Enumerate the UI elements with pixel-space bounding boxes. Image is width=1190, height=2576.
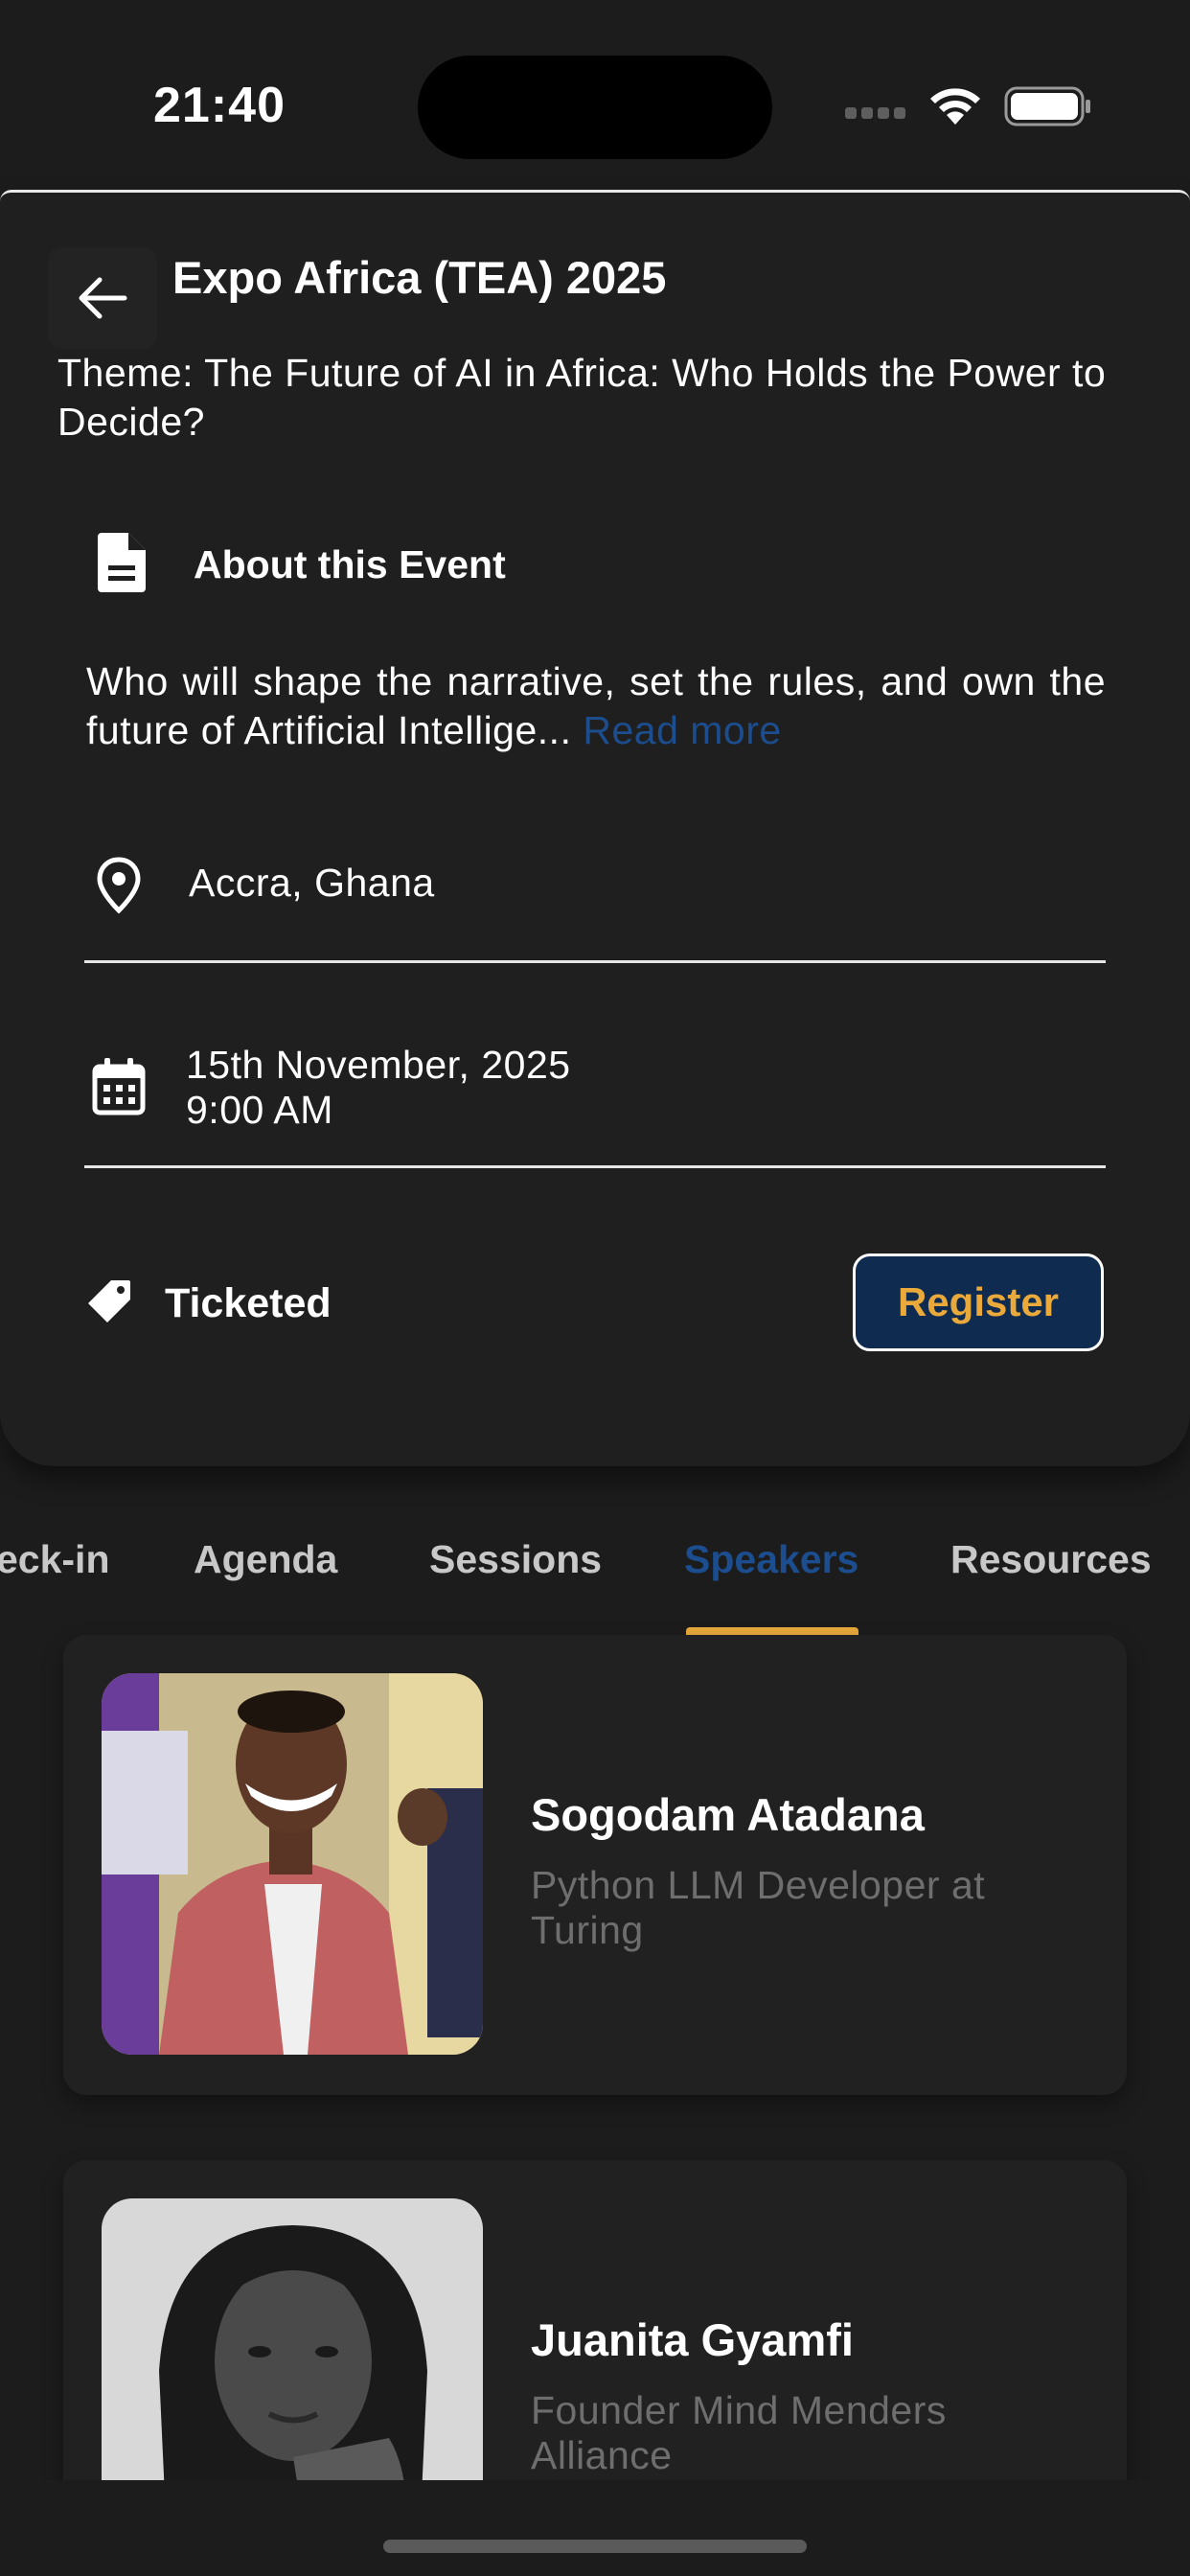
read-more-link[interactable]: Read more: [583, 708, 781, 752]
arrow-left-icon: [79, 277, 127, 319]
status-time: 21:40: [153, 78, 286, 133]
speaker-name: Juanita Gyamfi: [531, 2314, 854, 2365]
back-button[interactable]: [48, 247, 157, 349]
divider: [84, 1165, 1106, 1168]
tab-resources[interactable]: Resources: [950, 1537, 1152, 1582]
tab-agenda[interactable]: Agenda: [194, 1537, 337, 1582]
event-time: 9:00 AM: [186, 1088, 333, 1132]
home-indicator[interactable]: [383, 2540, 807, 2553]
tab-speakers[interactable]: Speakers: [684, 1537, 858, 1582]
calendar-icon: [92, 1058, 146, 1116]
register-button[interactable]: Register: [853, 1254, 1104, 1351]
speaker-name: Sogodam Atadana: [531, 1789, 925, 1840]
about-description: Who will shape the narrative, set the ru…: [86, 657, 1106, 755]
event-date: 15th November, 2025: [186, 1043, 571, 1087]
tab-sessions[interactable]: Sessions: [429, 1537, 602, 1582]
ticket-type: Ticketed: [165, 1280, 332, 1326]
event-datetime: 15th November, 2025 9:00 AM: [186, 1043, 571, 1133]
location-pin-icon: [97, 857, 141, 914]
divider: [84, 960, 1106, 963]
tab-check-in[interactable]: eck-in: [0, 1537, 110, 1582]
dynamic-island: [418, 56, 772, 159]
event-tabs: eck-in Agenda Sessions Speakers Resource…: [0, 1537, 1190, 1633]
event-location: Accra, Ghana: [189, 861, 435, 905]
tag-icon: [88, 1280, 130, 1322]
event-title: Expo Africa (TEA) 2025: [172, 252, 667, 303]
event-details-screen: 21:40 Expo Africa (TEA) 2025 Theme: The …: [0, 0, 1190, 2576]
document-icon: [98, 533, 146, 592]
about-heading: About this Event: [194, 542, 506, 586]
battery-icon: [1004, 86, 1090, 126]
active-tab-indicator: [686, 1627, 858, 1635]
speaker-photo: [102, 1673, 483, 2055]
speaker-card[interactable]: Sogodam Atadana Python LLM Developer at …: [63, 1635, 1127, 2095]
wifi-icon: [930, 88, 980, 125]
bottom-safe-area: [0, 2480, 1190, 2576]
event-theme: Theme: The Future of AI in Africa: Who H…: [57, 351, 1107, 444]
speaker-role: Founder Mind Menders Alliance: [531, 2388, 947, 2477]
cellular-signal-icon: [845, 107, 906, 121]
speaker-role: Python LLM Developer at Turing: [531, 1863, 986, 1952]
